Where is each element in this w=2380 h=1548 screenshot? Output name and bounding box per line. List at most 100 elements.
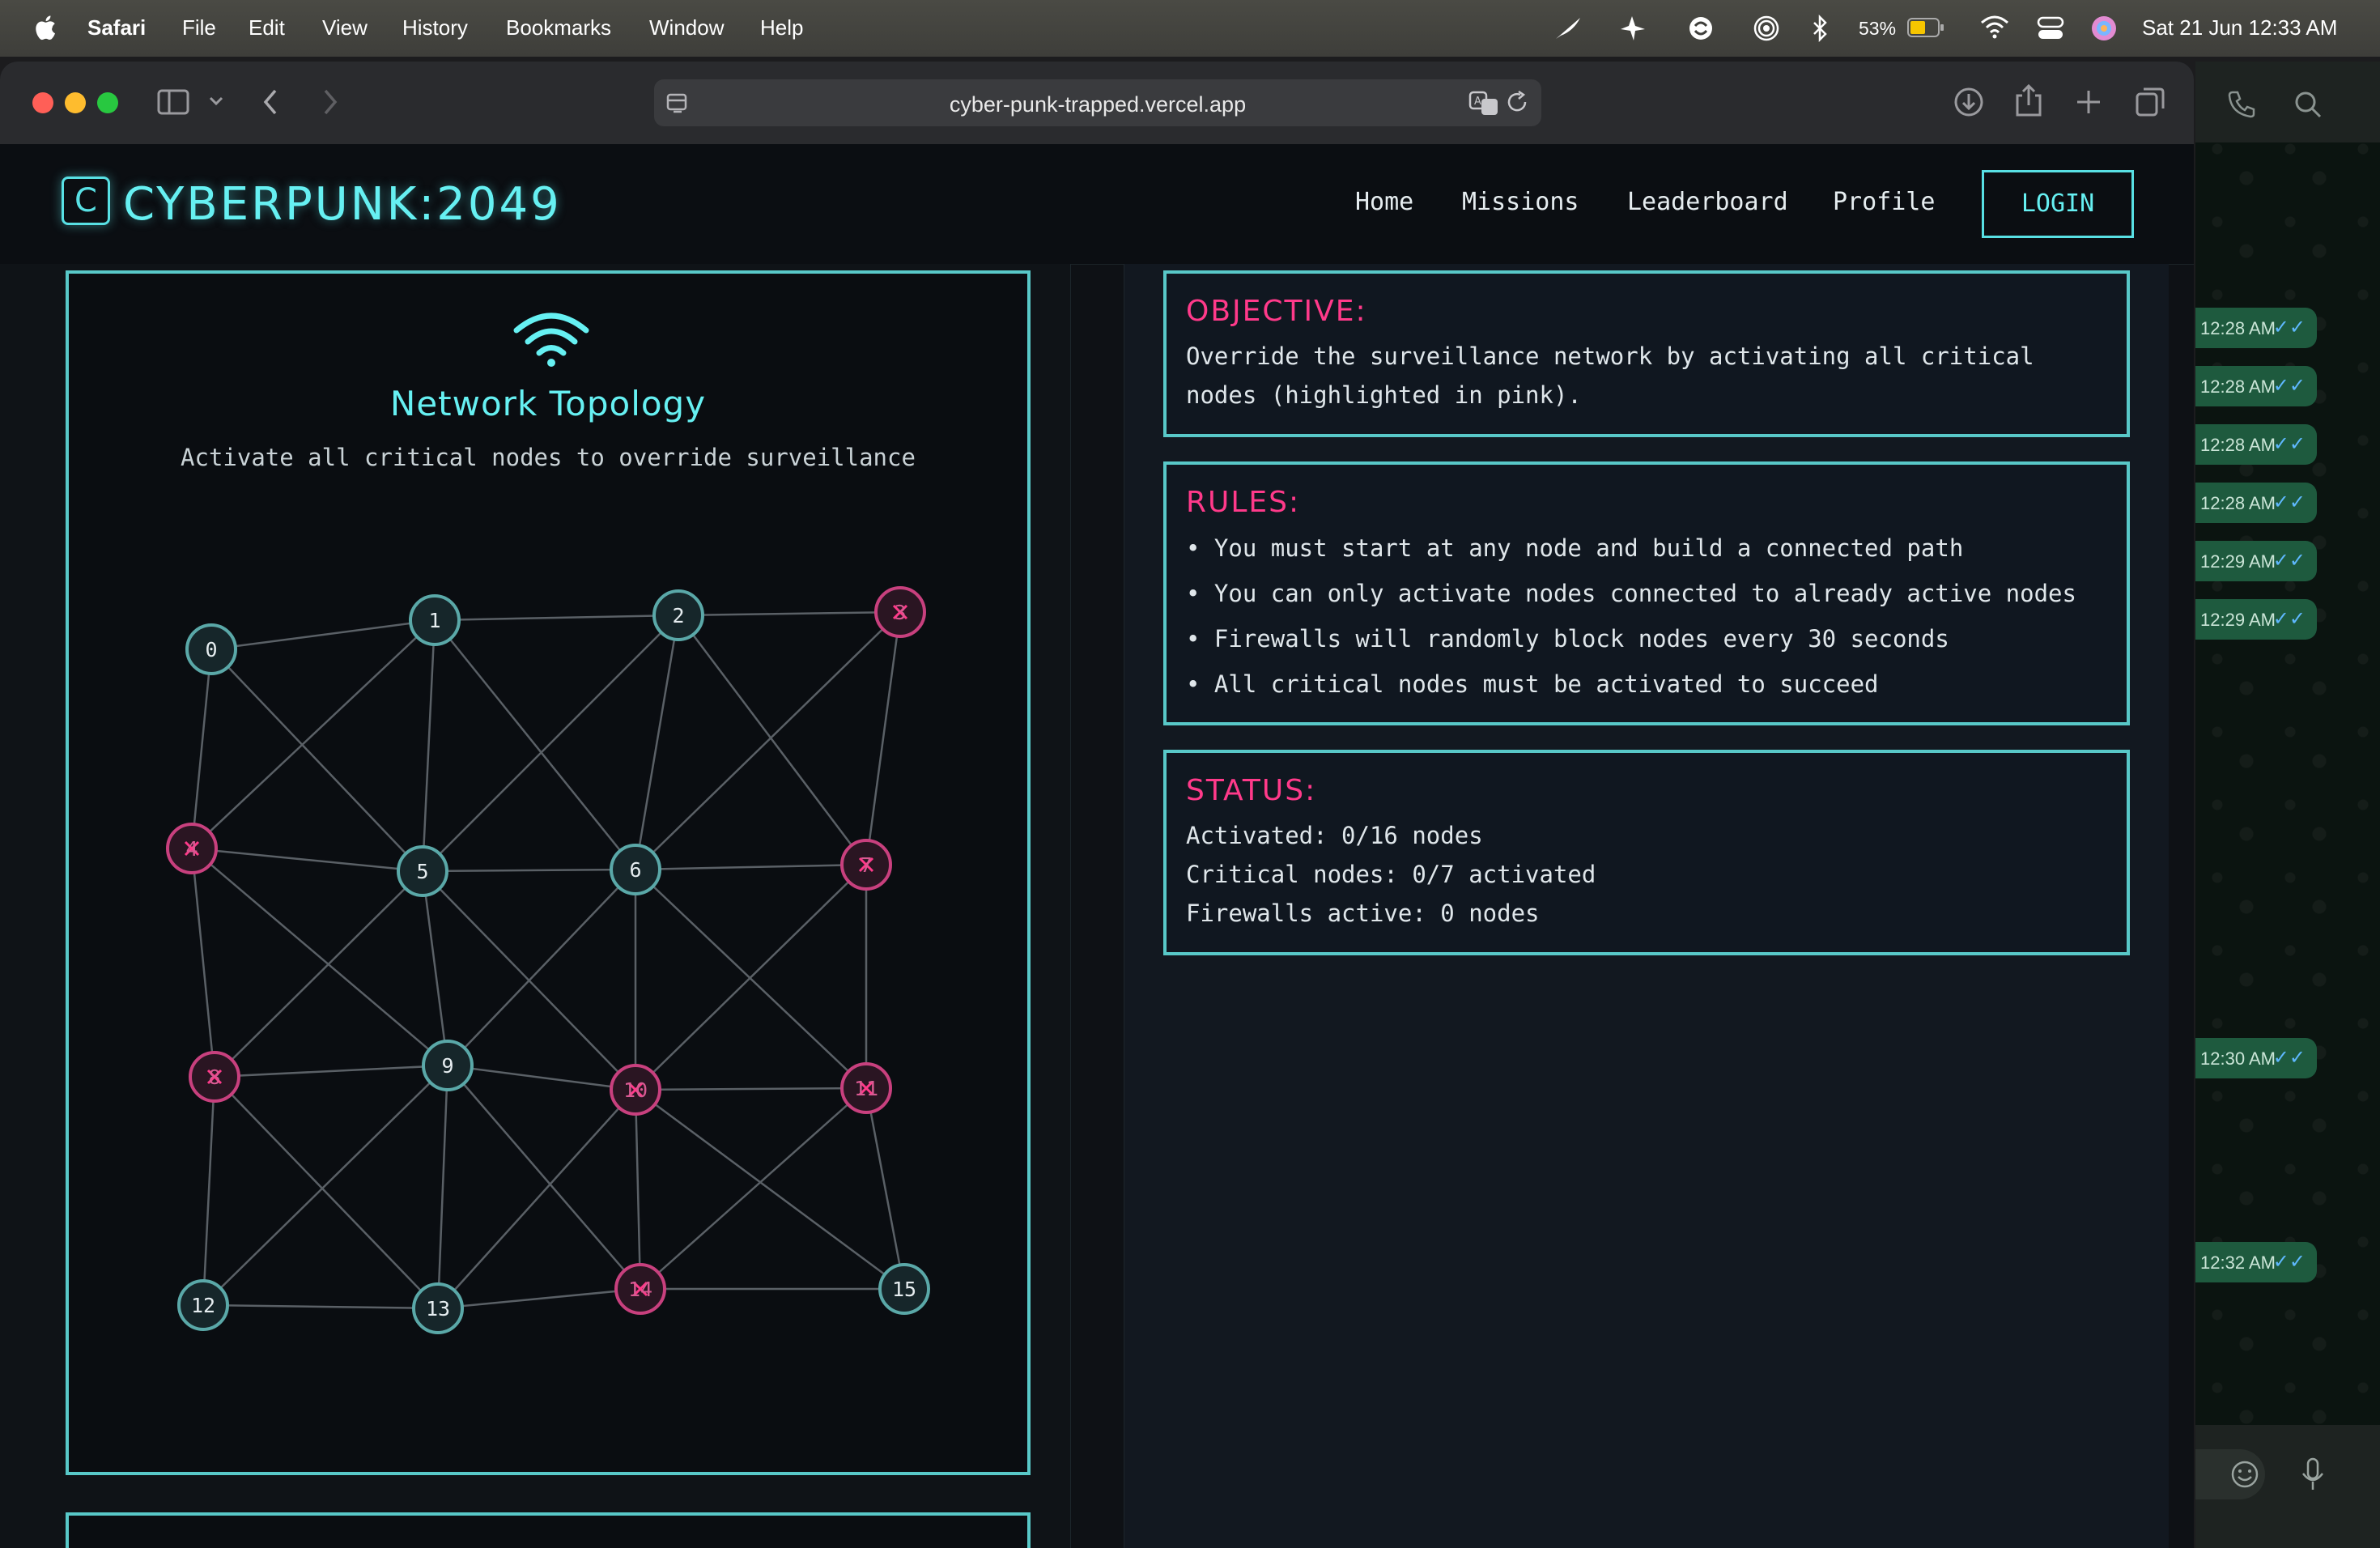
maximize-window-button[interactable]: [97, 92, 118, 113]
menu-history[interactable]: History: [402, 15, 468, 40]
critical-node[interactable]: 3: [874, 586, 926, 638]
nav-leaderboard[interactable]: Leaderboard: [1627, 188, 1788, 216]
node-label: 8: [208, 1065, 220, 1089]
menubar-clock[interactable]: Sat 21 Jun 12:33 AM: [2142, 15, 2337, 40]
siri-icon[interactable]: [2090, 15, 2118, 42]
rule-item: • You can only activate nodes connected …: [1186, 580, 2076, 607]
network-node[interactable]: 5: [397, 845, 448, 897]
wifi-status-icon[interactable]: [1980, 15, 2009, 39]
emoji-icon[interactable]: [2229, 1459, 2260, 1490]
network-node[interactable]: 2: [652, 589, 704, 641]
chat-message[interactable]: 12:29 AM ✓✓: [2195, 599, 2317, 640]
back-icon[interactable]: [261, 86, 280, 118]
nav-home[interactable]: Home: [1355, 188, 1413, 216]
site-navbar: C CYBERPUNK:2049 Home Missions Leaderboa…: [0, 144, 2194, 265]
critical-node[interactable]: 7: [840, 839, 892, 891]
phone-icon[interactable]: [2226, 89, 2257, 120]
menu-window[interactable]: Window: [649, 15, 724, 40]
read-receipt-icon: ✓✓: [2272, 550, 2306, 572]
critical-node[interactable]: 4: [166, 823, 218, 874]
feather-icon[interactable]: [1553, 15, 1585, 42]
network-edge: [190, 848, 216, 1078]
chat-message[interactable]: 12:30 AM ✓✓: [2195, 1038, 2317, 1078]
control-center-icon[interactable]: [2037, 16, 2064, 40]
menu-file[interactable]: File: [182, 15, 216, 40]
menu-edit[interactable]: Edit: [249, 15, 285, 40]
chat-message[interactable]: 12:29 AM ✓✓: [2195, 541, 2317, 581]
login-button[interactable]: LOGIN: [1982, 170, 2134, 238]
critical-node[interactable]: 8: [189, 1051, 240, 1103]
rule-text: Firewalls will randomly block nodes ever…: [1213, 625, 1949, 653]
critical-node[interactable]: 14: [614, 1263, 666, 1315]
read-receipt-icon: ✓✓: [2272, 491, 2306, 513]
read-receipt-icon: ✓✓: [2272, 1251, 2306, 1273]
read-receipt-icon: ✓✓: [2272, 433, 2306, 455]
network-node[interactable]: 1: [409, 594, 461, 646]
rule-item: • Firewalls will randomly block nodes ev…: [1186, 625, 1949, 653]
chevron-down-icon[interactable]: [209, 96, 223, 107]
network-edge: [437, 1089, 636, 1309]
critical-node[interactable]: 10: [610, 1064, 661, 1116]
node-label: 15: [892, 1278, 916, 1301]
bluetooth-icon[interactable]: [1810, 15, 1830, 42]
airdrop-icon[interactable]: [1752, 15, 1781, 42]
network-edge: [635, 1087, 867, 1091]
airplane-icon[interactable]: [1616, 15, 1648, 42]
forward-icon[interactable]: [321, 86, 340, 118]
chat-input-bar: [2195, 1425, 2380, 1548]
address-bar[interactable]: cyber-punk-trapped.vercel.app A: [654, 79, 1541, 126]
message-time: 12:28 AM: [2200, 493, 2276, 513]
network-edge: [678, 615, 867, 865]
network-node[interactable]: 12: [177, 1279, 229, 1331]
minimize-window-button[interactable]: [65, 92, 86, 113]
critical-node[interactable]: 11: [840, 1062, 892, 1114]
background-chat-window: [2195, 62, 2380, 1548]
network-node[interactable]: 0: [185, 623, 237, 675]
network-edge: [635, 611, 901, 870]
node-label: 11: [854, 1077, 878, 1100]
nav-missions[interactable]: Missions: [1462, 188, 1579, 216]
tab-overview-icon[interactable]: [2134, 86, 2166, 118]
share-icon[interactable]: [2014, 83, 2043, 118]
rule-text: You must start at any node and build a c…: [1213, 534, 1964, 562]
status-card: STATUS: Activated: 0/16 nodes Critical n…: [1163, 750, 2130, 955]
chat-message[interactable]: 12:32 AM ✓✓: [2195, 1242, 2317, 1282]
search-icon[interactable]: [2293, 89, 2323, 120]
node-label: 12: [191, 1294, 215, 1317]
network-node[interactable]: 13: [412, 1282, 464, 1334]
reload-icon[interactable]: [1506, 91, 1530, 115]
chat-message[interactable]: 12:28 AM ✓✓: [2195, 308, 2317, 348]
microphone-icon[interactable]: [2301, 1457, 2325, 1491]
network-edge: [190, 649, 213, 849]
menu-bookmarks[interactable]: Bookmarks: [506, 15, 611, 40]
battery-icon[interactable]: [1907, 18, 1944, 37]
chat-message[interactable]: 12:28 AM ✓✓: [2195, 366, 2317, 406]
sidebar-toggle-icon[interactable]: [157, 89, 189, 115]
node-label: 6: [629, 858, 641, 882]
network-node[interactable]: 15: [878, 1263, 930, 1315]
app-menu[interactable]: Safari: [87, 15, 146, 40]
new-tab-icon[interactable]: [2074, 87, 2103, 117]
network-edge: [210, 619, 436, 651]
safari-window: cyber-punk-trapped.vercel.app A C CYBERP…: [0, 62, 2194, 1548]
url-text: cyber-punk-trapped.vercel.app: [949, 92, 1247, 117]
network-node[interactable]: 6: [610, 844, 661, 895]
chat-message[interactable]: 12:28 AM ✓✓: [2195, 424, 2317, 465]
network-edge: [434, 614, 679, 622]
sync-icon[interactable]: [1687, 15, 1715, 42]
status-critical: Critical nodes: 0/7 activated: [1186, 861, 1596, 888]
translate-icon[interactable]: A: [1468, 91, 1501, 117]
chat-message[interactable]: 12:28 AM ✓✓: [2195, 483, 2317, 523]
close-window-button[interactable]: [32, 92, 53, 113]
logo-icon[interactable]: C: [62, 176, 110, 225]
menu-help[interactable]: Help: [760, 15, 803, 40]
apple-icon[interactable]: [32, 13, 57, 42]
read-receipt-icon: ✓✓: [2272, 608, 2306, 630]
network-node[interactable]: 9: [422, 1040, 474, 1091]
menu-view[interactable]: View: [322, 15, 368, 40]
node-label: 1: [428, 609, 440, 632]
network-edge: [634, 615, 680, 870]
nav-profile[interactable]: Profile: [1833, 188, 1935, 216]
site-logo-text[interactable]: CYBERPUNK:2049: [123, 178, 562, 231]
downloads-icon[interactable]: [1953, 86, 1985, 118]
